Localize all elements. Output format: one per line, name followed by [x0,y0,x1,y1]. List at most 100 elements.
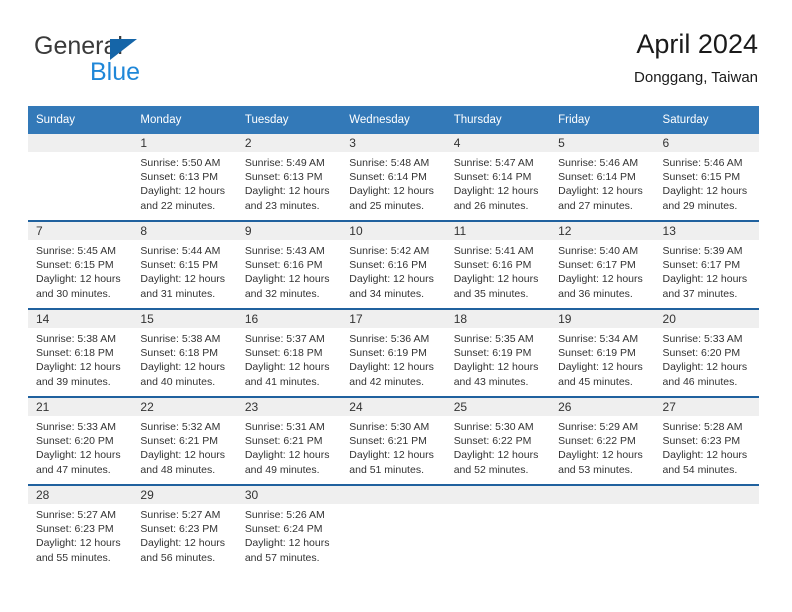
daylight-text-line1: Daylight: 12 hours [244,449,330,462]
day-number: 12 [550,222,655,240]
day-number: 7 [28,222,133,240]
day-cell[interactable] [445,484,551,572]
day-number: 21 [28,398,133,416]
day-cell[interactable]: 3 Sunrise: 5:48 AM Sunset: 6:14 PM Dayli… [341,134,446,221]
daylight-text-line1: Daylight: 12 hours [349,273,434,286]
day-cell[interactable]: 11 Sunrise: 5:41 AM Sunset: 6:16 PM Dayl… [445,220,551,309]
day-cell[interactable]: 19 Sunrise: 5:34 AM Sunset: 6:19 PM Dayl… [550,308,655,397]
daylight-text-line1: Daylight: 12 hours [36,449,121,462]
day-cell[interactable]: 28 Sunrise: 5:27 AM Sunset: 6:23 PM Dayl… [28,484,133,572]
day-number: 8 [132,222,237,240]
day-number: 10 [341,222,446,240]
day-cell[interactable]: 14 Sunrise: 5:38 AM Sunset: 6:18 PM Dayl… [28,308,133,397]
masthead: General Blue April 2024 Donggang, Taiwan [0,0,792,100]
day-number: 5 [550,134,655,152]
day-cell[interactable]: 20 Sunrise: 5:33 AM Sunset: 6:20 PM Dayl… [654,308,759,397]
day-number: 23 [236,398,342,416]
day-cell[interactable]: 2 Sunrise: 5:49 AM Sunset: 6:13 PM Dayli… [236,134,342,221]
sunset-text: Sunset: 6:14 PM [558,171,636,184]
sunset-text: Sunset: 6:17 PM [558,259,636,272]
day-cell[interactable]: 9 Sunrise: 5:43 AM Sunset: 6:16 PM Dayli… [236,220,342,309]
day-cell[interactable]: 16 Sunrise: 5:37 AM Sunset: 6:18 PM Dayl… [236,308,342,397]
day-details: Sunrise: 5:37 AM Sunset: 6:18 PM Dayligh… [237,328,341,389]
day-cell[interactable] [341,484,446,572]
day-cell[interactable]: 5 Sunrise: 5:46 AM Sunset: 6:14 PM Dayli… [550,134,655,221]
day-cell[interactable]: 21 Sunrise: 5:33 AM Sunset: 6:20 PM Dayl… [28,396,133,485]
sunset-text: Sunset: 6:18 PM [36,347,114,360]
day-details: Sunrise: 5:39 AM Sunset: 6:17 PM Dayligh… [655,240,759,301]
day-cell[interactable]: 1 Sunrise: 5:50 AM Sunset: 6:13 PM Dayli… [132,134,237,221]
sunrise-text: Sunrise: 5:29 AM [558,421,639,433]
day-cell-inner: 27 Sunrise: 5:28 AM Sunset: 6:23 PM Dayl… [654,398,759,484]
sunset-text: Sunset: 6:19 PM [453,347,532,360]
day-number: 13 [654,222,759,240]
day-cell-inner: 25 Sunrise: 5:30 AM Sunset: 6:22 PM Dayl… [445,398,551,484]
daylight-text-line1: Daylight: 12 hours [244,273,330,286]
day-cell[interactable]: 7 Sunrise: 5:45 AM Sunset: 6:15 PM Dayli… [28,220,133,309]
sunrise-text: Sunrise: 5:37 AM [244,333,325,345]
weekday-header-tuesday: Tuesday [236,106,342,134]
day-cell[interactable]: 26 Sunrise: 5:29 AM Sunset: 6:22 PM Dayl… [550,396,655,485]
daylight-text-line1: Daylight: 12 hours [140,273,226,286]
day-cell-inner: 22 Sunrise: 5:32 AM Sunset: 6:21 PM Dayl… [132,398,237,484]
daylight-text-line2: and 27 minutes. [558,199,633,212]
sunrise-text: Sunrise: 5:26 AM [244,509,325,521]
day-cell[interactable]: 18 Sunrise: 5:35 AM Sunset: 6:19 PM Dayl… [445,308,551,397]
daylight-text-line2: and 54 minutes. [662,463,738,476]
sunset-text: Sunset: 6:18 PM [244,347,323,360]
day-details: Sunrise: 5:35 AM Sunset: 6:19 PM Dayligh… [446,328,550,389]
daylight-text-line2: and 23 minutes. [244,199,320,212]
day-cell-inner [654,486,759,572]
calendar-body: 1 Sunrise: 5:50 AM Sunset: 6:13 PM Dayli… [28,134,759,572]
daylight-text-line1: Daylight: 12 hours [453,361,539,374]
daylight-text-line2: and 56 minutes. [140,551,216,564]
day-cell[interactable] [654,484,759,572]
day-number [654,486,759,504]
day-cell[interactable]: 4 Sunrise: 5:47 AM Sunset: 6:14 PM Dayli… [445,134,551,221]
daylight-text-line2: and 35 minutes. [453,287,529,300]
day-cell[interactable]: 13 Sunrise: 5:39 AM Sunset: 6:17 PM Dayl… [654,220,759,309]
sunrise-text: Sunrise: 5:41 AM [453,245,534,257]
sunrise-text: Sunrise: 5:27 AM [36,509,116,521]
daylight-text-line2: and 30 minutes. [36,287,111,300]
sunset-text: Sunset: 6:15 PM [36,259,114,272]
day-cell[interactable]: 27 Sunrise: 5:28 AM Sunset: 6:23 PM Dayl… [654,396,759,485]
sunset-text: Sunset: 6:21 PM [244,435,323,448]
daylight-text-line2: and 39 minutes. [36,375,111,388]
sunrise-text: Sunrise: 5:45 AM [36,245,116,257]
day-cell[interactable]: 15 Sunrise: 5:38 AM Sunset: 6:18 PM Dayl… [132,308,237,397]
day-cell[interactable]: 30 Sunrise: 5:26 AM Sunset: 6:24 PM Dayl… [236,484,342,572]
day-details: Sunrise: 5:38 AM Sunset: 6:18 PM Dayligh… [132,328,236,389]
sunrise-text: Sunrise: 5:27 AM [140,509,221,521]
day-cell[interactable] [550,484,655,572]
sunrise-text: Sunrise: 5:46 AM [558,157,639,169]
daylight-text-line2: and 51 minutes. [349,463,424,476]
day-cell-inner: 19 Sunrise: 5:34 AM Sunset: 6:19 PM Dayl… [550,310,655,396]
page-title: April 2024 [636,29,758,59]
day-cell[interactable] [28,134,133,221]
day-number: 27 [654,398,759,416]
daylight-text-line2: and 42 minutes. [349,375,424,388]
day-cell-inner: 9 Sunrise: 5:43 AM Sunset: 6:16 PM Dayli… [236,222,342,308]
day-cell[interactable]: 12 Sunrise: 5:40 AM Sunset: 6:17 PM Dayl… [550,220,655,309]
day-cell[interactable]: 23 Sunrise: 5:31 AM Sunset: 6:21 PM Dayl… [236,396,342,485]
day-details: Sunrise: 5:36 AM Sunset: 6:19 PM Dayligh… [341,328,445,389]
day-details: Sunrise: 5:34 AM Sunset: 6:19 PM Dayligh… [550,328,654,389]
day-cell[interactable]: 22 Sunrise: 5:32 AM Sunset: 6:21 PM Dayl… [132,396,237,485]
day-number: 18 [445,310,551,328]
day-cell[interactable]: 6 Sunrise: 5:46 AM Sunset: 6:15 PM Dayli… [654,134,759,221]
daylight-text-line2: and 46 minutes. [662,375,738,388]
day-cell-inner: 16 Sunrise: 5:37 AM Sunset: 6:18 PM Dayl… [236,310,342,396]
general-blue-logo: General Blue [34,32,254,88]
day-number: 28 [28,486,133,504]
day-cell[interactable]: 25 Sunrise: 5:30 AM Sunset: 6:22 PM Dayl… [445,396,551,485]
daylight-text-line1: Daylight: 12 hours [662,449,748,462]
day-cell[interactable]: 17 Sunrise: 5:36 AM Sunset: 6:19 PM Dayl… [341,308,446,397]
day-cell[interactable]: 10 Sunrise: 5:42 AM Sunset: 6:16 PM Dayl… [341,220,446,309]
day-cell-inner: 10 Sunrise: 5:42 AM Sunset: 6:16 PM Dayl… [341,222,446,308]
daylight-text-line2: and 40 minutes. [140,375,216,388]
day-cell[interactable]: 29 Sunrise: 5:27 AM Sunset: 6:23 PM Dayl… [132,484,237,572]
day-cell-inner: 5 Sunrise: 5:46 AM Sunset: 6:14 PM Dayli… [550,134,655,220]
day-cell[interactable]: 8 Sunrise: 5:44 AM Sunset: 6:15 PM Dayli… [132,220,237,309]
day-cell[interactable]: 24 Sunrise: 5:30 AM Sunset: 6:21 PM Dayl… [341,396,446,485]
